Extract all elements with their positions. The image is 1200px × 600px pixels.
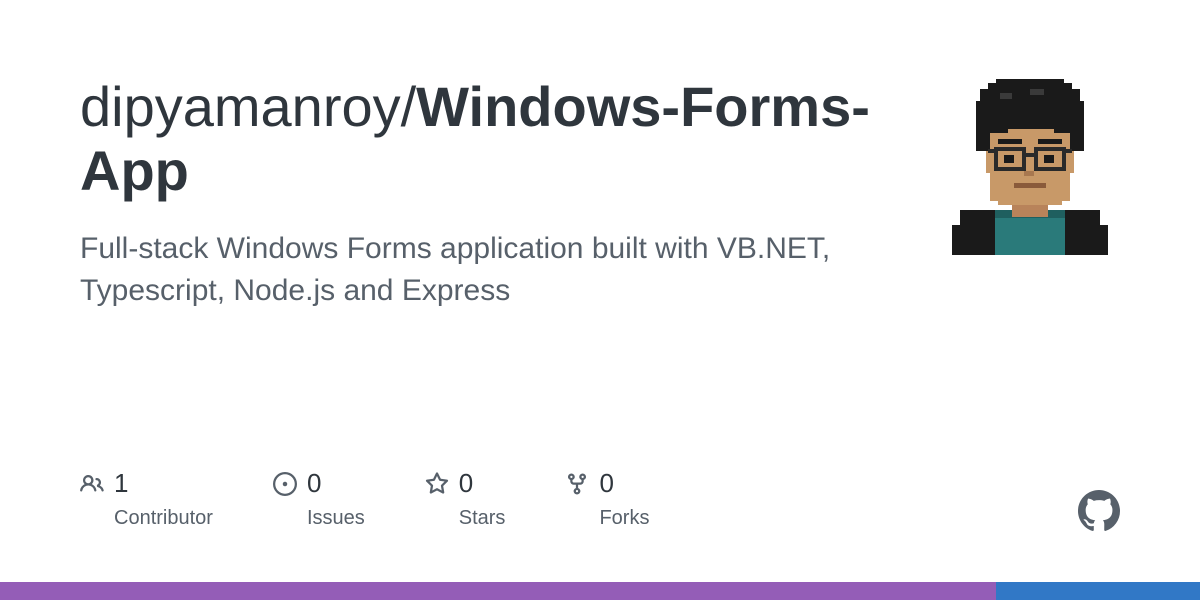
repo-description: Full-stack Windows Forms application bui… [80,228,900,312]
fork-icon [565,472,589,496]
repo-title: dipyamanroy/Windows-Forms-App [80,75,900,204]
stars-label: Stars [459,507,506,530]
language-segment [996,582,1200,600]
contributors-label: Contributor [114,507,213,530]
stat-stars[interactable]: 0 Stars [425,468,506,530]
contributors-count: 1 [114,468,128,499]
issue-icon [273,472,297,496]
avatar[interactable] [940,75,1120,255]
people-icon [80,472,104,496]
repo-owner[interactable]: dipyamanroy [80,75,401,138]
stat-issues[interactable]: 0 Issues [273,468,365,530]
star-icon [425,472,449,496]
language-segment [0,582,996,600]
stat-contributors[interactable]: 1 Contributor [80,468,213,530]
forks-count: 0 [599,468,613,499]
stat-forks[interactable]: 0 Forks [565,468,649,530]
issues-label: Issues [307,507,365,530]
language-bar [0,582,1200,600]
stars-count: 0 [459,468,473,499]
issues-count: 0 [307,468,321,499]
github-logo-icon[interactable] [1078,490,1120,532]
forks-label: Forks [599,507,649,530]
stats-row: 1 Contributor 0 Issues 0 Stars 0 Forks [80,468,649,530]
title-separator: / [401,75,417,138]
